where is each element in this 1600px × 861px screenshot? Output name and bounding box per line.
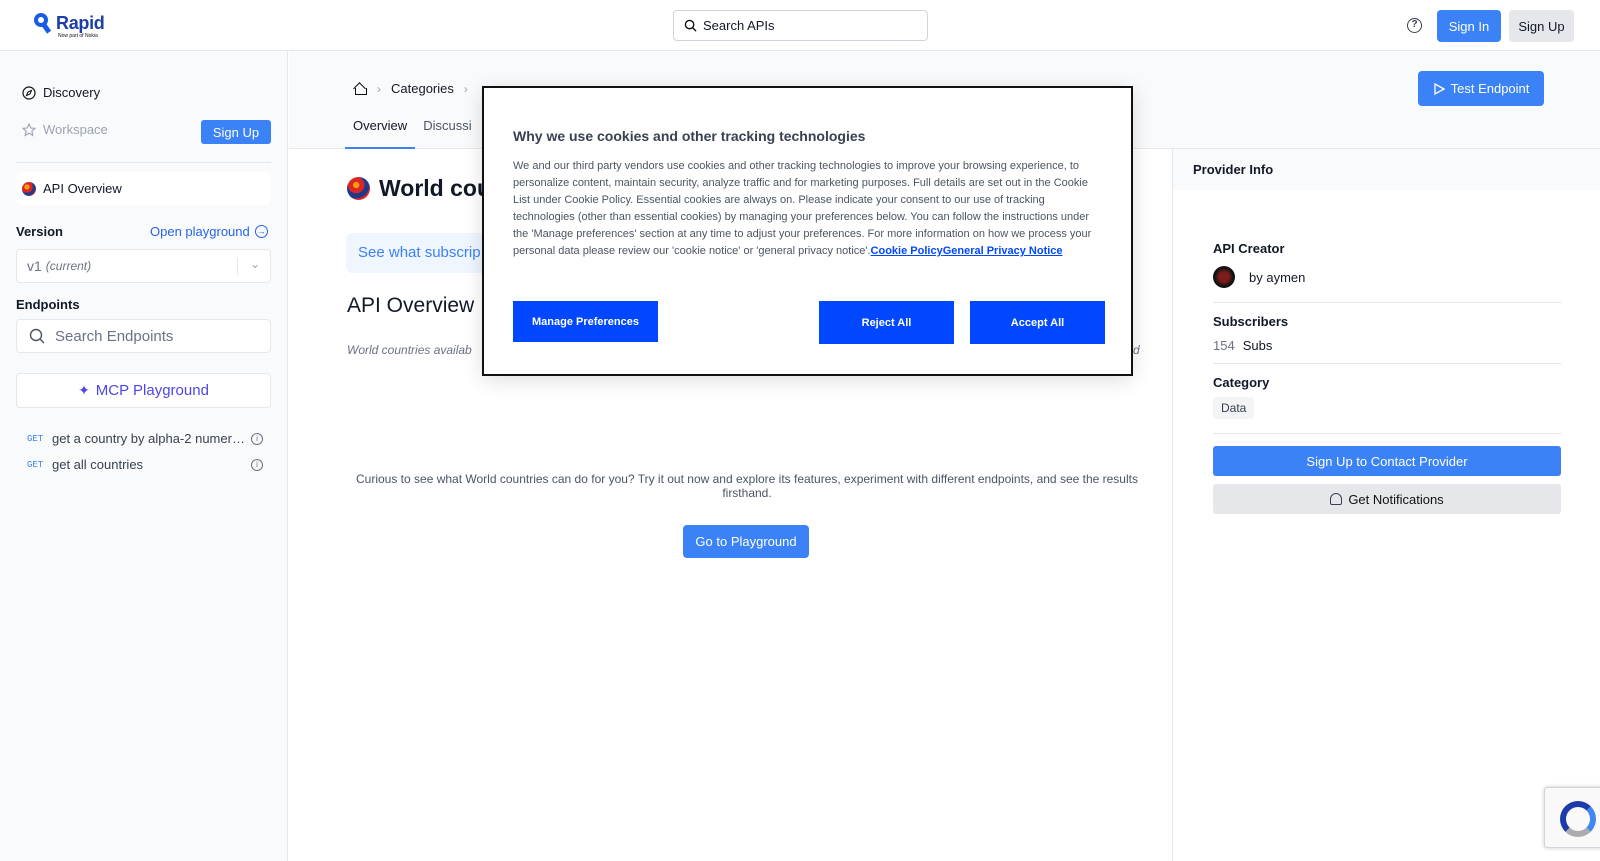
globe-icon — [22, 181, 36, 196]
search-apis-input[interactable] — [703, 18, 903, 33]
left-sidebar: Discovery Workspace Sign Up API Overview… — [0, 51, 288, 861]
endpoint-method: GET — [27, 459, 44, 470]
get-notifications-button[interactable]: Get Notifications — [1213, 484, 1561, 514]
sign-in-button[interactable]: Sign In — [1437, 10, 1501, 42]
endpoint-item[interactable]: GET get a country by alpha-2 numeric cod… — [27, 431, 272, 446]
version-select[interactable]: v1 (current) ⌄ — [16, 249, 271, 283]
version-value: v1 — [27, 258, 42, 274]
endpoints-label: Endpoints — [16, 297, 80, 312]
manage-preferences-button[interactable]: Manage Preferences — [513, 301, 658, 342]
logo-subtitle: Now part of Nokia — [58, 33, 98, 39]
api-title: World cou — [347, 175, 491, 202]
rapid-logo-icon — [34, 13, 52, 33]
search-endpoints-box[interactable] — [16, 319, 271, 353]
tabs: Overview Discussi — [345, 117, 480, 149]
subscribers-count: 154 Subs — [1213, 338, 1273, 353]
breadcrumb-categories[interactable]: Categories — [391, 81, 454, 96]
info-icon[interactable]: i — [251, 458, 263, 471]
bell-icon — [1330, 493, 1343, 505]
star-icon — [22, 122, 36, 137]
cookie-policy-link[interactable]: Cookie Policy — [871, 245, 943, 257]
rapid-logo[interactable]: Rapid Now part of Nokia — [34, 13, 105, 39]
sidebar-sign-up-button[interactable]: Sign Up — [201, 120, 271, 144]
sidebar-item-label: Discovery — [43, 85, 101, 100]
version-label: Version — [16, 224, 63, 239]
cookie-body: We and our third party vendors use cooki… — [513, 160, 1092, 257]
play-icon — [1433, 82, 1445, 95]
endpoint-method: GET — [27, 433, 44, 444]
sidebar-item-api-overview[interactable]: API Overview — [16, 172, 271, 205]
search-icon — [29, 328, 45, 344]
version-current-tag: (current) — [45, 259, 92, 273]
overview-heading: API Overview — [347, 294, 475, 317]
sidebar-item-discovery[interactable]: Discovery — [22, 85, 100, 100]
subscribers-label: Subscribers — [1213, 314, 1289, 329]
chevron-down-icon: ⌄ — [249, 257, 260, 271]
home-icon[interactable] — [353, 82, 367, 95]
category-chip[interactable]: Data — [1213, 397, 1255, 419]
sparkle-icon: ✦ — [78, 382, 90, 398]
compass-icon — [22, 85, 36, 100]
accept-all-button[interactable]: Accept All — [970, 301, 1105, 344]
provider-info-panel: Provider Info API Creator by aymen Subsc… — [1172, 149, 1600, 861]
sidebar-item-label: API Overview — [43, 181, 122, 196]
curious-text: Curious to see what World countries can … — [356, 472, 1138, 500]
cookie-consent-modal: Why we use cookies and other tracking te… — [483, 87, 1132, 375]
endpoint-name: get a country by alpha-2 numeric code — [52, 431, 247, 446]
search-endpoints-input[interactable] — [55, 327, 255, 345]
sidebar-item-workspace[interactable]: Workspace — [22, 122, 108, 137]
api-creator[interactable]: by aymen — [1213, 266, 1305, 288]
test-endpoint-button[interactable]: Test Endpoint — [1418, 71, 1544, 106]
breadcrumb: › Categories › — [353, 81, 478, 96]
category-label: Category — [1213, 375, 1270, 390]
globe-icon — [347, 177, 370, 200]
logo-name: Rapid — [56, 13, 105, 33]
mcp-playground-button[interactable]: ✦ MCP Playground — [16, 373, 271, 408]
info-icon[interactable]: i — [251, 432, 263, 445]
search-icon — [684, 19, 697, 32]
provider-info-title: Provider Info — [1173, 149, 1600, 190]
tab-discussions[interactable]: Discussi — [415, 117, 479, 149]
chevron-right-icon: › — [377, 81, 381, 96]
go-to-playground-button[interactable]: Go to Playground — [683, 525, 809, 558]
help-icon[interactable]: ? — [1407, 18, 1422, 33]
search-apis-box[interactable] — [673, 10, 928, 41]
open-playground-link[interactable]: Open playground → — [150, 224, 268, 239]
top-bar: Rapid Now part of Nokia ? Sign In Sign U… — [0, 0, 1600, 51]
privacy-notice-link[interactable]: General Privacy Notice — [943, 245, 1063, 257]
sign-up-contact-button[interactable]: Sign Up to Contact Provider — [1213, 446, 1561, 476]
sidebar-divider — [16, 162, 271, 163]
tab-overview[interactable]: Overview — [345, 117, 416, 149]
endpoint-item[interactable]: GET get all countries i — [27, 457, 272, 472]
cookie-title: Why we use cookies and other tracking te… — [513, 128, 866, 144]
reject-all-button[interactable]: Reject All — [819, 301, 954, 344]
api-creator-label: API Creator — [1213, 241, 1285, 256]
sign-up-button[interactable]: Sign Up — [1509, 10, 1574, 42]
arrow-right-circle-icon: → — [254, 225, 268, 238]
chevron-right-icon: › — [463, 81, 468, 96]
sidebar-item-label: Workspace — [43, 122, 108, 137]
recaptcha-badge[interactable] — [1544, 787, 1600, 848]
endpoint-name: get all countries — [52, 457, 144, 472]
creator-name: by aymen — [1249, 269, 1306, 285]
avatar — [1213, 266, 1235, 288]
recaptcha-icon — [1560, 801, 1596, 837]
